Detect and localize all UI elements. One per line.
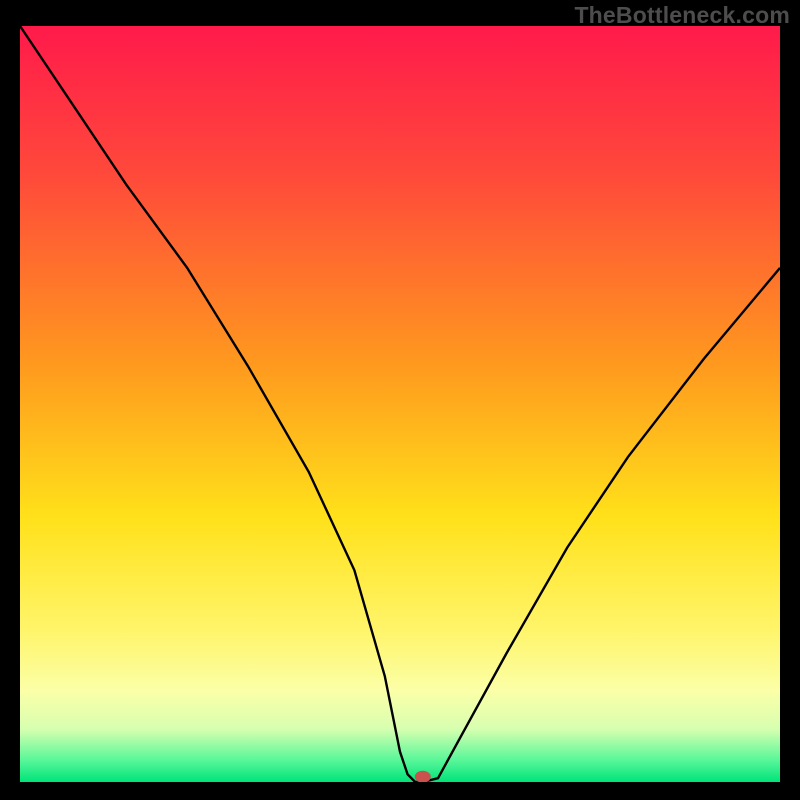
bottleneck-plot — [20, 26, 780, 782]
plot-svg — [20, 26, 780, 782]
chart-frame: TheBottleneck.com — [0, 0, 800, 800]
gradient-background — [20, 26, 780, 782]
watermark-text: TheBottleneck.com — [574, 2, 790, 29]
